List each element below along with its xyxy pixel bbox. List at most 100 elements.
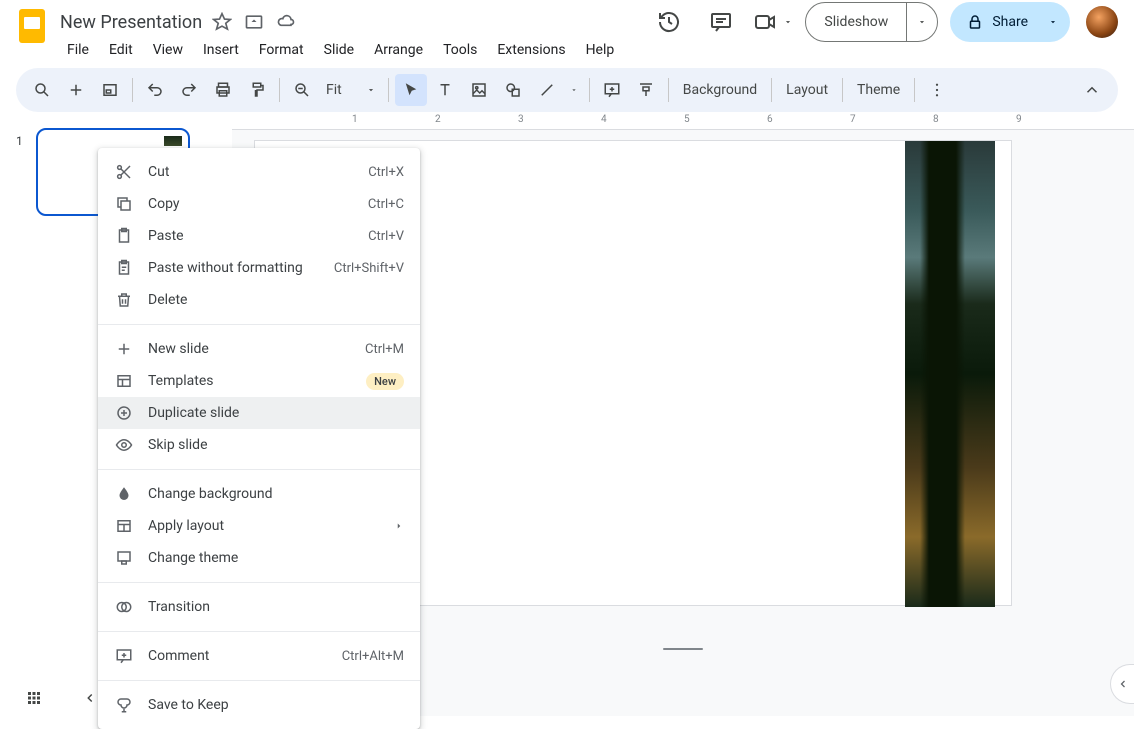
menu-extensions[interactable]: Extensions: [488, 38, 574, 62]
cm-shortcut: Ctrl+V: [368, 229, 404, 244]
new-badge: New: [366, 373, 404, 390]
eye-icon: [114, 435, 134, 455]
document-title[interactable]: New Presentation: [60, 12, 202, 33]
zoom-out-icon[interactable]: [286, 74, 318, 106]
cm-label: Paste: [148, 228, 354, 244]
duplicate-icon: [114, 403, 134, 423]
cm-new-slide[interactable]: New slide Ctrl+M: [98, 333, 420, 365]
share-dropdown[interactable]: [1042, 2, 1070, 42]
cut-icon: [114, 162, 134, 182]
cm-duplicate[interactable]: Duplicate slide: [98, 397, 420, 429]
collapse-up-icon[interactable]: [1076, 74, 1108, 106]
slideshow-button[interactable]: Slideshow: [805, 2, 938, 42]
templates-icon: [114, 371, 134, 391]
layout-icon: [114, 516, 134, 536]
background-button[interactable]: Background: [675, 82, 765, 98]
toolbar: Fit Background Layout Theme: [16, 68, 1118, 112]
paint-format-icon[interactable]: [241, 74, 273, 106]
search-icon[interactable]: [26, 74, 58, 106]
share-button[interactable]: Share: [950, 2, 1070, 42]
menu-edit[interactable]: Edit: [100, 38, 142, 62]
more-icon[interactable]: [921, 74, 953, 106]
line-dropdown-icon[interactable]: [565, 74, 583, 106]
cm-copy[interactable]: Copy Ctrl+C: [98, 188, 420, 220]
new-slide-icon[interactable]: [60, 74, 92, 106]
grid-view-icon[interactable]: [20, 684, 48, 712]
cm-save-keep[interactable]: Save to Keep: [98, 689, 420, 721]
cm-delete[interactable]: Delete: [98, 284, 420, 316]
undo-icon[interactable]: [139, 74, 171, 106]
cm-label: Apply layout: [148, 518, 380, 534]
cm-shortcut: Ctrl+C: [368, 197, 404, 212]
user-avatar[interactable]: [1086, 6, 1118, 38]
menu-file[interactable]: File: [58, 38, 98, 62]
theme-button[interactable]: Theme: [849, 82, 908, 98]
slide-image[interactable]: [905, 141, 995, 607]
transition-icon: [114, 597, 134, 617]
drop-icon: [114, 484, 134, 504]
cm-label: Cut: [148, 164, 354, 180]
speaker-notes-divider[interactable]: [663, 648, 703, 650]
layout-button[interactable]: Layout: [778, 82, 836, 98]
slide-number: 1: [16, 134, 26, 148]
cm-label: Skip slide: [148, 437, 404, 453]
cm-label: Comment: [148, 648, 328, 664]
lock-icon: [966, 13, 984, 31]
share-main[interactable]: Share: [950, 2, 1042, 42]
menu-help[interactable]: Help: [577, 38, 624, 62]
horizontal-ruler: 1 2 3 4 5 6 7 8 9: [232, 112, 1134, 130]
layout-icon[interactable]: [94, 74, 126, 106]
slideshow-dropdown[interactable]: [907, 3, 937, 41]
cm-apply-layout[interactable]: Apply layout: [98, 510, 420, 542]
cm-shortcut: Ctrl+Alt+M: [342, 649, 404, 664]
comment-icon: [114, 646, 134, 666]
theme-icon: [114, 548, 134, 568]
cm-label: Paste without formatting: [148, 260, 320, 276]
cm-shortcut: Ctrl+X: [368, 165, 404, 180]
slides-logo[interactable]: [12, 6, 52, 46]
move-icon[interactable]: [242, 10, 266, 34]
meet-button[interactable]: [753, 10, 793, 34]
submenu-arrow-icon: [394, 521, 404, 531]
menu-format[interactable]: Format: [250, 38, 313, 62]
cm-cut[interactable]: Cut Ctrl+X: [98, 156, 420, 188]
menu-tools[interactable]: Tools: [434, 38, 486, 62]
menu-view[interactable]: View: [144, 38, 192, 62]
print-icon[interactable]: [207, 74, 239, 106]
cm-label: Copy: [148, 196, 354, 212]
cm-label: New slide: [148, 341, 351, 357]
cm-label: Save to Keep: [148, 697, 404, 713]
redo-icon[interactable]: [173, 74, 205, 106]
cm-templates[interactable]: Templates New: [98, 365, 420, 397]
menu-arrange[interactable]: Arrange: [365, 38, 432, 62]
comments-icon[interactable]: [701, 2, 741, 42]
cm-paste[interactable]: Paste Ctrl+V: [98, 220, 420, 252]
textbox-icon[interactable]: [429, 74, 461, 106]
select-tool-icon[interactable]: [395, 74, 427, 106]
cm-paste-plain[interactable]: Paste without formatting Ctrl+Shift+V: [98, 252, 420, 284]
zoom-select[interactable]: Fit: [320, 82, 382, 98]
star-icon[interactable]: [210, 10, 234, 34]
line-icon[interactable]: [531, 74, 563, 106]
cm-skip[interactable]: Skip slide: [98, 429, 420, 461]
menu-slide[interactable]: Slide: [315, 38, 363, 62]
history-icon[interactable]: [649, 2, 689, 42]
cm-label: Transition: [148, 599, 404, 615]
cm-label: Change background: [148, 486, 404, 502]
cm-change-bg[interactable]: Change background: [98, 478, 420, 510]
cm-transition[interactable]: Transition: [98, 591, 420, 623]
cloud-icon[interactable]: [274, 10, 298, 34]
slideshow-label[interactable]: Slideshow: [806, 3, 907, 41]
cm-label: Duplicate slide: [148, 405, 404, 421]
plus-icon: [114, 339, 134, 359]
cm-change-theme[interactable]: Change theme: [98, 542, 420, 574]
shape-icon[interactable]: [497, 74, 529, 106]
align-icon[interactable]: [630, 74, 662, 106]
delete-icon: [114, 290, 134, 310]
cm-label: Delete: [148, 292, 404, 308]
image-icon[interactable]: [463, 74, 495, 106]
paste-plain-icon: [114, 258, 134, 278]
menu-insert[interactable]: Insert: [194, 38, 248, 62]
cm-comment[interactable]: Comment Ctrl+Alt+M: [98, 640, 420, 672]
comment-add-icon[interactable]: [596, 74, 628, 106]
